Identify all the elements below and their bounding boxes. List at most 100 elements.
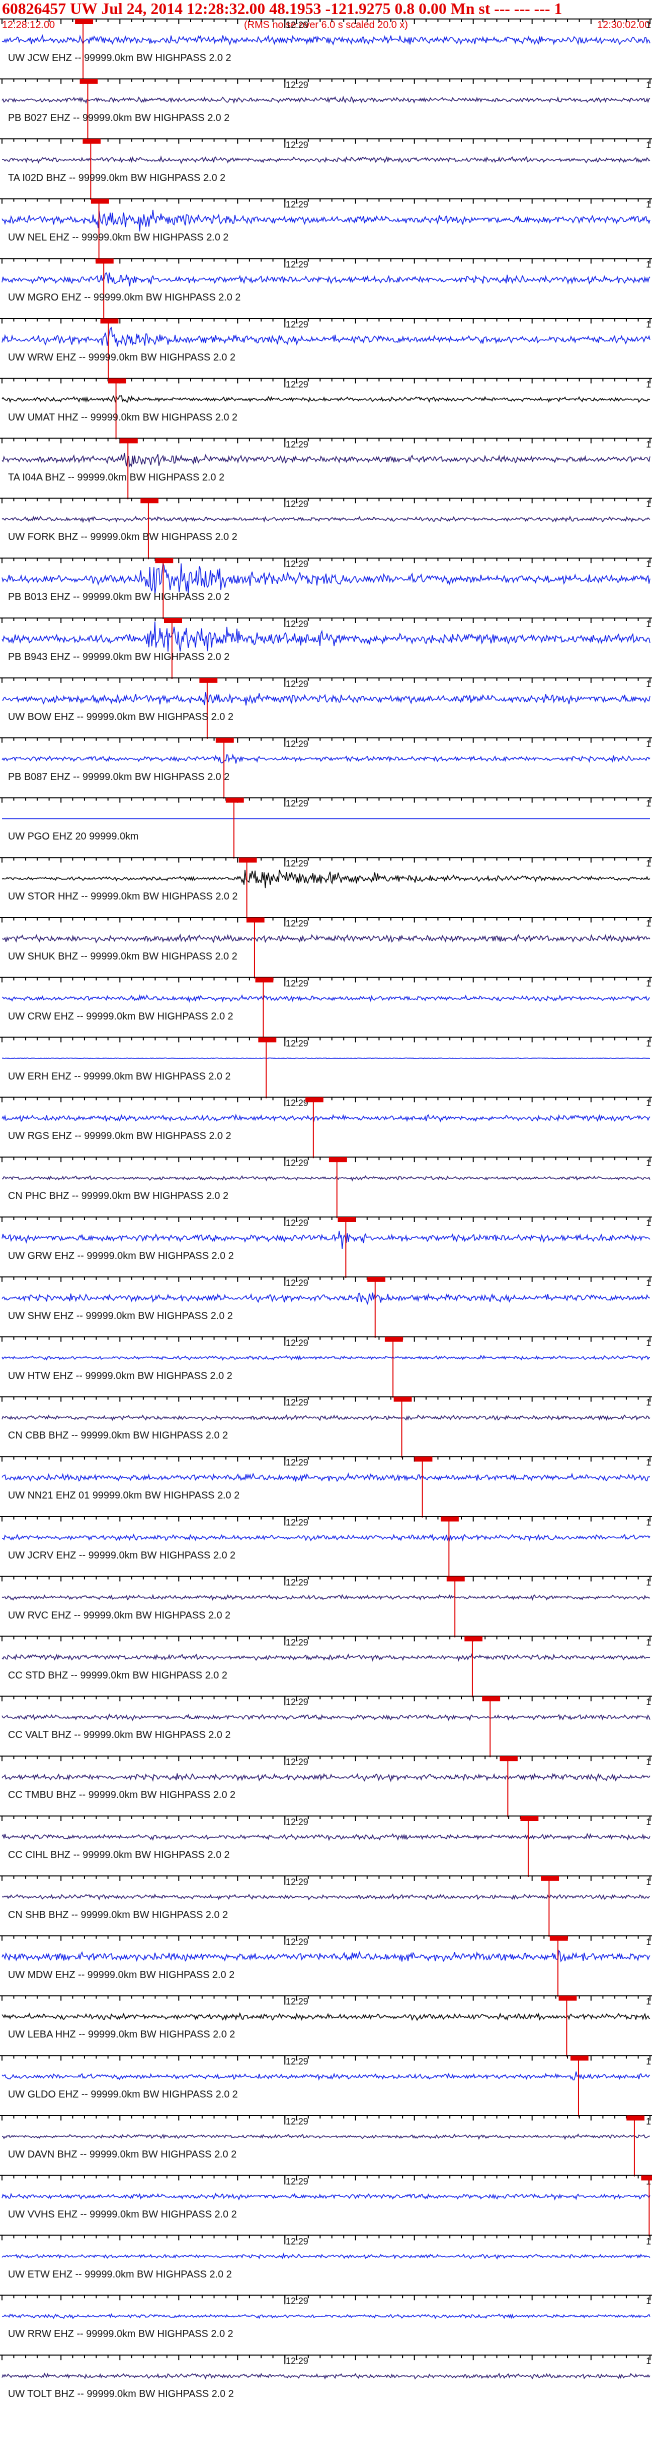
station-label: UW JCW EHZ -- 99999.0km BW HIGHPASS 2.0 … <box>8 53 232 64</box>
trace-scale-label: 1 <box>646 2236 651 2246</box>
seismogram-plot: 12:29 1 UW JCW EHZ -- 99999.0km BW HIGHPAS… <box>0 18 652 2400</box>
trace-scale-label: 1 <box>646 1338 651 1348</box>
trace-scale-label: 1 <box>646 978 651 988</box>
trace-8: 12:29 1 TA I04A BHZ -- 99999.0km BW HIGHPA… <box>0 437 652 500</box>
station-label: CN PHC BHZ -- 99999.0km BW HIGHPASS 2.0 … <box>8 1191 229 1202</box>
pick-marker <box>225 797 244 803</box>
minute-tick-label: 12:29 <box>286 2176 309 2186</box>
trace-scale-label: 1 <box>646 80 651 90</box>
minute-tick-label: 12:29 <box>286 1038 309 1048</box>
trace-40: 12:29 1 UW TOLT BHZ -- 99999.0km BW HIGHPA… <box>0 2354 652 2400</box>
trace-scale-label: 1 <box>646 1218 651 1228</box>
trace-32: 12:29 1 CN SHB BHZ -- 99999.0km BW HIGHPAS… <box>0 1875 652 1937</box>
trace-21: 12:29 1 UW GRW EHZ -- 99999.0km BW HIGHPAS… <box>0 1216 652 1278</box>
trace-scale-label: 1 <box>646 1098 651 1108</box>
trace-scale-label: 1 <box>646 919 651 929</box>
station-label: UW JCRV EHZ -- 99999.0km BW HIGHPASS 2.0… <box>8 1551 236 1562</box>
pick-marker <box>626 2115 645 2121</box>
pick-marker <box>641 2175 652 2181</box>
pick-marker <box>440 1516 459 1522</box>
waveform <box>1 1653 651 1663</box>
station-label: PB B943 EHZ -- 99999.0km BW HIGHPASS 2.0… <box>8 652 230 663</box>
trace-scale-label: 1 <box>646 260 651 270</box>
station-label: CN SHB BHZ -- 99999.0km BW HIGHPASS 2.0 … <box>8 1910 228 1921</box>
waveform <box>1 1949 651 1963</box>
minute-tick-label: 12:29 <box>286 1458 309 1468</box>
trace-scale-label: 1 <box>646 2117 651 2127</box>
minute-tick-label: 12:29 <box>286 1637 309 1647</box>
waveform <box>1 95 651 104</box>
minute-tick-label: 12:29 <box>286 320 309 330</box>
waveform <box>2 1057 651 1060</box>
waveform <box>1 562 651 595</box>
trace-18: 12:29 1 UW ERH EHZ -- 99999.0km BW HIGHPAS… <box>0 1036 652 1099</box>
minute-tick-label: 12:29 <box>286 1877 309 1887</box>
station-label: UW BOW EHZ -- 99999.0km BW HIGHPASS 2.0 … <box>8 712 234 723</box>
waveform <box>1 2133 650 2140</box>
waveform <box>1 1832 651 1842</box>
minute-tick-label: 12:29 <box>286 260 309 270</box>
trace-33: 12:29 1 UW MDW EHZ -- 99999.0km BW HIGHPAS… <box>0 1935 652 1997</box>
waveform <box>1 33 651 46</box>
trace-7: 12:29 1 UW UMAT HHZ -- 99999.0km BW HIGHPA… <box>0 377 652 440</box>
minute-tick-label: 12:29 <box>286 1098 309 1108</box>
pick-marker <box>570 2055 589 2061</box>
waveform <box>1 452 651 468</box>
minute-tick-label: 12:29 <box>286 1278 309 1288</box>
trace-scale-label: 1 <box>646 439 651 449</box>
station-label: UW SHW EHZ -- 99999.0km BW HIGHPASS 2.0 … <box>8 1311 233 1322</box>
trace-scale-label: 1 <box>646 140 651 150</box>
trace-15: 12:29 1 UW STOR HHZ -- 99999.0km BW HIGHPA… <box>0 857 652 919</box>
waveform <box>1 1354 651 1361</box>
pick-marker <box>328 1157 347 1163</box>
trace-35: 12:29 1 UW GLDO EHZ -- 99999.0km BW HIGHPA… <box>0 2055 652 2117</box>
trace-scale-label: 1 <box>646 200 651 210</box>
pick-marker <box>164 618 182 623</box>
trace-scale-label: 1 <box>646 320 651 330</box>
station-label: CN CBB BHZ -- 99999.0km BW HIGHPASS 2.0 … <box>8 1431 228 1442</box>
waveform <box>2 1893 651 1901</box>
minute-tick-label: 12:29 <box>286 1577 309 1587</box>
waveform <box>2 933 651 944</box>
waveform <box>1 326 651 347</box>
waveform <box>1 2372 651 2380</box>
minute-tick-label: 12:29 <box>286 1158 309 1168</box>
trace-scale-label: 1 <box>646 1458 651 1468</box>
trace-scale-label: 1 <box>646 859 651 869</box>
waveform <box>1 1533 651 1542</box>
minute-tick-label: 12:29 <box>286 379 309 389</box>
station-label: UW RGS EHZ -- 99999.0km BW HIGHPASS 2.0 … <box>8 1131 232 1142</box>
pick-marker <box>199 677 218 683</box>
waveform <box>1 2252 651 2260</box>
minute-tick-label: 12:29 <box>286 1817 309 1827</box>
trace-27: 12:29 1 UW RVC EHZ -- 99999.0km BW HIGHPAS… <box>0 1575 652 1638</box>
station-label: PB B027 EHZ -- 99999.0km BW HIGHPASS 2.0… <box>8 113 230 124</box>
pick-marker <box>499 1756 518 1762</box>
trace-19: 12:29 1 UW RGS EHZ -- 99999.0km BW HIGHPAS… <box>0 1096 652 1159</box>
trace-38: 12:29 1 UW ETW EHZ -- 99999.0km BW HIGHPAS… <box>0 2234 652 2280</box>
station-label: CC TMBU BHZ -- 99999.0km BW HIGHPASS 2.0… <box>8 1790 236 1801</box>
waveform <box>1 515 651 524</box>
trace-scale-label: 1 <box>646 799 651 809</box>
minute-tick-label: 12:29 <box>286 2356 309 2366</box>
trace-13: 12:29 1 PB B087 EHZ -- 99999.0km BW HIGHPA… <box>0 737 652 799</box>
trace-scale-label: 1 <box>646 1577 651 1587</box>
minute-tick-label: 12:29 <box>286 799 309 809</box>
trace-28: 12:29 1 CC STD BHZ -- 99999.0km BW HIGHPAS… <box>0 1635 652 1698</box>
waveform <box>1 272 651 287</box>
minute-tick-label: 12:29 <box>286 1997 309 2007</box>
pick-marker <box>367 1276 386 1282</box>
trace-4: 12:29 1 UW NEL EHZ -- 99999.0km BW HIGHPAS… <box>0 198 652 260</box>
trace-36: 12:29 1 UW DAVN BHZ -- 99999.0km BW HIGHPA… <box>0 2115 652 2177</box>
waveform <box>1 994 651 1003</box>
trace-6: 12:29 1 UW WRW EHZ -- 99999.0km BW HIGHPAS… <box>0 318 652 380</box>
trace-scale-label: 1 <box>646 1937 651 1947</box>
trace-30: 12:29 1 CC TMBU BHZ -- 99999.0km BW HIGHPA… <box>0 1755 652 1818</box>
station-label: CC STD BHZ -- 99999.0km BW HIGHPASS 2.0 … <box>8 1670 228 1681</box>
waveform <box>1 1772 651 1783</box>
station-label: UW NEL EHZ -- 99999.0km BW HIGHPASS 2.0 … <box>8 233 229 244</box>
trace-scale-label: 1 <box>646 1278 651 1288</box>
waveform <box>1 2071 651 2081</box>
trace-14: 12:29 1 UW PGO EHZ 20 99999.0km <box>0 797 652 859</box>
station-label: UW CRW EHZ -- 99999.0km BW HIGHPASS 2.0 … <box>8 1011 234 1022</box>
